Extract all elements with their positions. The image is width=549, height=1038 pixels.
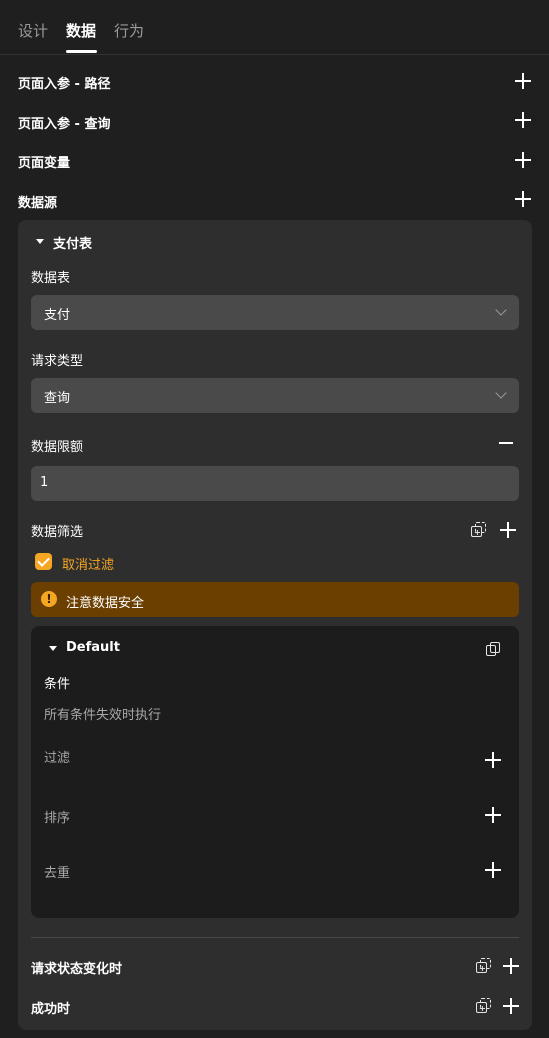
events-divider — [31, 937, 519, 938]
limit-input[interactable]: 1 — [31, 466, 519, 501]
warning-banner: ! 注意数据安全 — [31, 582, 519, 617]
tab-data[interactable]: 数据 — [66, 20, 96, 41]
add-state-change-group-icon[interactable]: + — [476, 958, 492, 974]
section-datasource: 数据源 — [18, 196, 58, 211]
add-filter-condition-icon[interactable] — [485, 752, 501, 768]
default-block — [31, 626, 519, 918]
condition-label: 条件 — [44, 677, 71, 692]
chevron-down-icon — [495, 387, 507, 399]
collapse-datasource-icon[interactable] — [36, 239, 44, 244]
cancel-filter-label[interactable]: 取消过滤 — [62, 554, 114, 573]
tabs-divider — [0, 54, 549, 55]
on-state-change-label: 请求状态变化时 — [31, 962, 123, 977]
sort-item-label: 排序 — [44, 811, 71, 826]
copy-icon[interactable] — [486, 642, 500, 656]
add-filter-icon[interactable] — [500, 522, 516, 538]
add-state-change-icon[interactable] — [503, 958, 519, 974]
active-tab-indicator — [66, 50, 97, 53]
add-success-group-icon[interactable]: + — [476, 998, 492, 1014]
dedupe-item-label: 去重 — [44, 866, 71, 881]
request-type-label: 请求类型 — [31, 354, 84, 369]
section-query-params: 页面入参 - 查询 — [18, 117, 111, 132]
add-path-param-icon[interactable] — [515, 73, 531, 89]
filter-item-label: 过滤 — [44, 751, 71, 766]
add-dedupe-icon[interactable] — [485, 862, 501, 878]
filter-label: 数据筛选 — [31, 525, 84, 540]
section-path-params: 页面入参 - 路径 — [18, 77, 111, 92]
warning-icon: ! — [41, 591, 57, 607]
default-title: Default — [66, 640, 120, 655]
limit-input-value: 1 — [40, 475, 49, 490]
chevron-down-icon — [495, 304, 507, 316]
table-select-value: 支付 — [44, 308, 71, 323]
add-sort-icon[interactable] — [485, 807, 501, 823]
on-success-label: 成功时 — [31, 1002, 71, 1017]
warning-text: 注意数据安全 — [66, 596, 145, 611]
add-success-icon[interactable] — [503, 998, 519, 1014]
request-type-value: 查询 — [44, 391, 71, 406]
request-type-select[interactable]: 查询 — [31, 378, 519, 413]
remove-limit-icon[interactable] — [499, 442, 513, 444]
condition-hint: 所有条件失效时执行 — [44, 708, 162, 723]
table-label: 数据表 — [31, 271, 71, 286]
collapse-default-icon[interactable] — [49, 646, 57, 651]
section-page-vars: 页面变量 — [18, 156, 71, 171]
limit-label: 数据限额 — [31, 440, 84, 455]
add-page-var-icon[interactable] — [515, 152, 531, 168]
add-query-param-icon[interactable] — [515, 112, 531, 128]
datasource-name[interactable]: 支付表 — [53, 233, 92, 252]
cancel-filter-checkbox[interactable] — [35, 553, 52, 570]
tab-design[interactable]: 设计 — [18, 20, 48, 41]
add-filter-group-icon[interactable]: + — [471, 522, 487, 538]
add-datasource-icon[interactable] — [515, 191, 531, 207]
tab-behavior[interactable]: 行为 — [114, 20, 144, 41]
table-select[interactable]: 支付 — [31, 295, 519, 330]
